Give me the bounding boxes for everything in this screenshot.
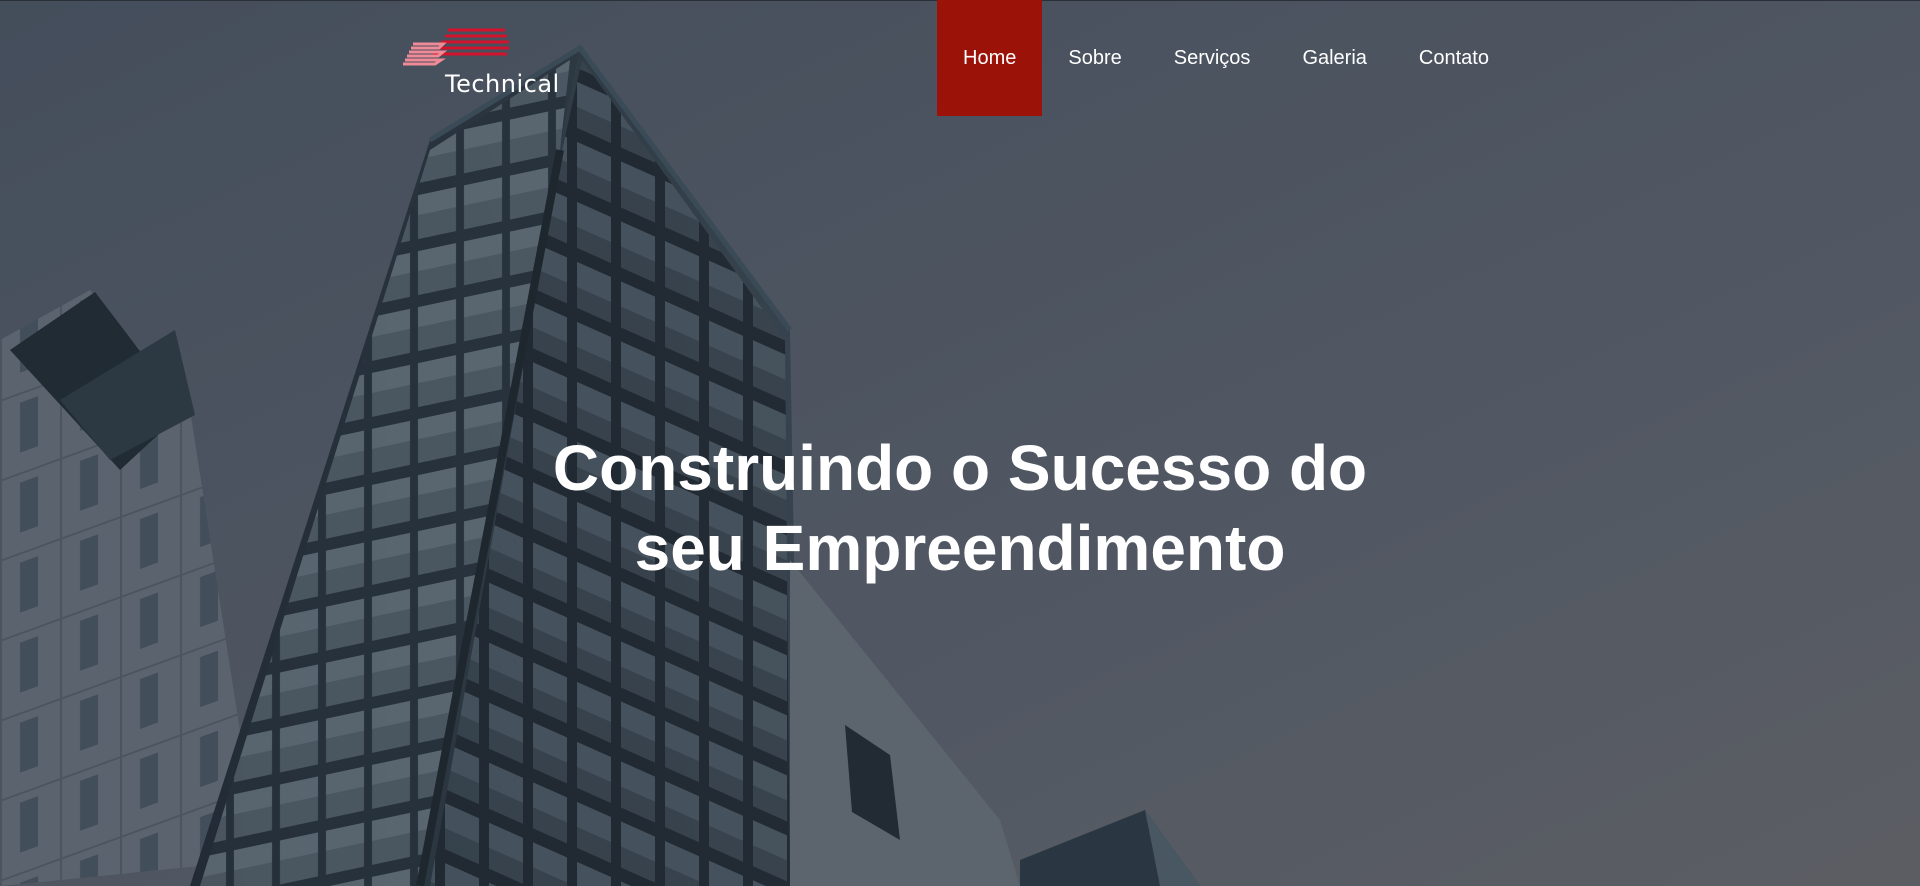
nav-item-contato[interactable]: Contato — [1393, 0, 1515, 116]
nav-item-home[interactable]: Home — [937, 0, 1043, 116]
hero-headline: Construindo o Sucesso do seu Empreendime… — [460, 428, 1460, 588]
stacked-stripes-logo-icon — [403, 28, 509, 66]
brand-name: Technical — [445, 70, 560, 98]
hero-headline-line2: seu Empreendimento — [634, 512, 1286, 584]
hero-headline-line1: Construindo o Sucesso do — [552, 432, 1368, 504]
nav-item-galeria[interactable]: Galeria — [1276, 0, 1392, 116]
nav-item-sobre[interactable]: Sobre — [1042, 0, 1147, 116]
main-navigation: Home Sobre Serviços Galeria Contato — [937, 0, 1515, 116]
nav-item-servicos[interactable]: Serviços — [1148, 0, 1277, 116]
brand-logo[interactable]: Technical — [403, 26, 573, 102]
hero-section: Technical Home Sobre Serviços Galeria Co… — [0, 0, 1920, 886]
